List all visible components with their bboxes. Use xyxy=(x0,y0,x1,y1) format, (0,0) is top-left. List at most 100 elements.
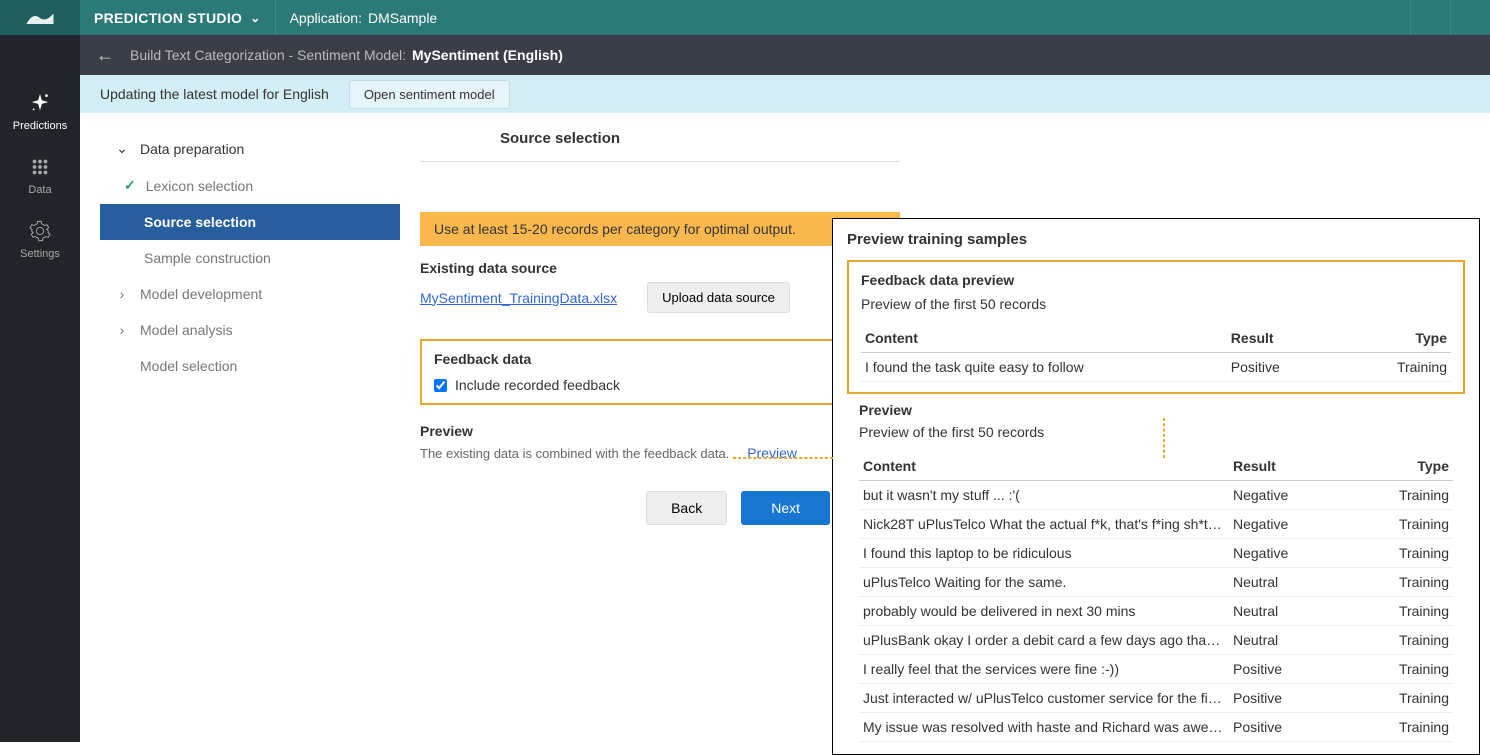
table-row: Nick28T uPlusTelco What the actual f*k, … xyxy=(859,510,1453,539)
col-result: Result xyxy=(1227,324,1357,353)
warning-banner: Use at least 15-20 records per category … xyxy=(420,212,900,246)
back-arrow-button[interactable]: ← xyxy=(80,35,130,75)
breadcrumb: Build Text Categorization - Sentiment Mo… xyxy=(130,47,406,63)
cell-type: Training xyxy=(1359,626,1453,655)
feedback-data-preview-box: Feedback data preview Preview of the fir… xyxy=(847,260,1465,394)
main-panel: Source selection Use at least 15-20 reco… xyxy=(420,130,900,525)
step-group-data-preparation[interactable]: ⌄ Data preparation xyxy=(100,130,400,167)
step-group-model-analysis[interactable]: › Model analysis xyxy=(100,312,400,348)
top-bar-right xyxy=(1410,0,1490,35)
top-bar-action-2[interactable] xyxy=(1450,0,1490,35)
existing-data-label: Existing data source xyxy=(420,260,900,276)
step-source-selection[interactable]: Source selection xyxy=(100,204,400,240)
cell-result: Neutral xyxy=(1229,597,1359,626)
preview-panel-title: Preview training samples xyxy=(847,231,1465,248)
cell-result: Negative xyxy=(1229,539,1359,568)
feedback-data-box: Feedback data Include recorded feedback xyxy=(420,339,900,405)
table-row: Just interacted w/ uPlusTelco customer s… xyxy=(859,684,1453,713)
col-type: Type xyxy=(1359,452,1453,481)
data-source-row: MySentiment_TrainingData.xlsx Upload dat… xyxy=(420,282,900,313)
cell-result: Positive xyxy=(1229,655,1359,684)
next-button[interactable]: Next xyxy=(741,491,830,525)
cell-result: Positive xyxy=(1229,684,1359,713)
preview-table: Content Result Type but it wasn't my stu… xyxy=(859,452,1453,742)
cell-type: Training xyxy=(1359,684,1453,713)
cell-content: Just interacted w/ uPlusTelco customer s… xyxy=(859,684,1229,713)
table-row: uPlusTelco Waiting for the same.NeutralT… xyxy=(859,568,1453,597)
cell-content: I found this laptop to be ridiculous xyxy=(859,539,1229,568)
open-sentiment-model-button[interactable]: Open sentiment model xyxy=(349,80,510,109)
top-bar: PREDICTION STUDIO ⌄ Application: DMSampl… xyxy=(0,0,1490,35)
cell-content: I found the task quite easy to follow xyxy=(861,353,1227,382)
step-sample-construction[interactable]: Sample construction xyxy=(100,240,400,276)
chevron-right-icon: › xyxy=(114,286,130,302)
sidebar-label: Predictions xyxy=(13,120,67,132)
data-source-link[interactable]: MySentiment_TrainingData.xlsx xyxy=(420,290,617,306)
nav-buttons: Back Next xyxy=(420,491,900,525)
top-bar-action-1[interactable] xyxy=(1410,0,1450,35)
preview-desc: The existing data is combined with the f… xyxy=(420,446,729,461)
connector-horizontal xyxy=(733,457,833,459)
preview-section: Preview The existing data is combined wi… xyxy=(420,423,900,461)
preview2-desc: Preview of the first 50 records xyxy=(859,424,1453,440)
cell-result: Negative xyxy=(1229,510,1359,539)
preview2-title: Preview xyxy=(859,402,1453,418)
feedback-preview-desc: Preview of the first 50 records xyxy=(861,296,1451,312)
cell-content: My issue was resolved with haste and Ric… xyxy=(859,713,1229,742)
app-name-section: Application: DMSample xyxy=(276,10,452,26)
grid-icon xyxy=(29,156,51,178)
col-type: Type xyxy=(1357,324,1451,353)
feedback-preview-title: Feedback data preview xyxy=(861,272,1451,288)
chevron-right-icon: › xyxy=(114,322,130,338)
table-row: I really feel that the services were fin… xyxy=(859,655,1453,684)
step-group-model-selection[interactable]: › Model selection xyxy=(100,348,400,384)
app-label: Application: xyxy=(290,10,362,26)
studio-title: PREDICTION STUDIO xyxy=(94,10,242,26)
cell-content: Nick28T uPlusTelco What the actual f*k, … xyxy=(859,510,1229,539)
model-name: MySentiment (English) xyxy=(412,47,563,63)
logo[interactable] xyxy=(0,0,80,35)
gear-icon xyxy=(29,220,51,242)
arrow-left-icon: ← xyxy=(96,45,114,66)
table-row: I found the task quite easy to followPos… xyxy=(861,353,1451,382)
step-lexicon-selection[interactable]: ✓ Lexicon selection xyxy=(100,167,400,204)
cell-type: Training xyxy=(1359,568,1453,597)
table-row: probably would be delivered in next 30 m… xyxy=(859,597,1453,626)
steps-nav: ⌄ Data preparation ✓ Lexicon selection S… xyxy=(100,130,400,384)
table-row: My issue was resolved with haste and Ric… xyxy=(859,713,1453,742)
sidebar-item-settings[interactable]: Settings xyxy=(0,208,80,272)
cell-type: Training xyxy=(1359,481,1453,510)
col-content: Content xyxy=(861,324,1227,353)
include-feedback-checkbox[interactable] xyxy=(434,379,447,392)
cell-type: Training xyxy=(1359,655,1453,684)
cell-content: but it wasn't my stuff ... :'( xyxy=(859,481,1229,510)
sidebar-label: Settings xyxy=(20,248,60,260)
col-content: Content xyxy=(859,452,1229,481)
cell-content: uPlusBank okay I order a debit card a fe… xyxy=(859,626,1229,655)
step-group-model-development[interactable]: › Model development xyxy=(100,276,400,312)
cell-type: Training xyxy=(1359,713,1453,742)
feedback-title: Feedback data xyxy=(434,351,886,367)
cell-result: Positive xyxy=(1227,353,1357,382)
sidebar-label: Data xyxy=(28,184,51,196)
back-button[interactable]: Back xyxy=(646,491,727,525)
table-row: uPlusBank okay I order a debit card a fe… xyxy=(859,626,1453,655)
cell-content: I really feel that the services were fin… xyxy=(859,655,1229,684)
upload-data-source-button[interactable]: Upload data source xyxy=(647,282,790,313)
cell-result: Negative xyxy=(1229,481,1359,510)
cell-type: Training xyxy=(1359,539,1453,568)
connector-vertical xyxy=(1163,418,1165,458)
sidebar-item-data[interactable]: Data xyxy=(0,144,80,208)
check-icon: ✓ xyxy=(124,177,136,194)
sparkle-icon xyxy=(29,92,51,114)
include-feedback-checkbox-label[interactable]: Include recorded feedback xyxy=(434,377,886,393)
chevron-down-icon: ⌄ xyxy=(250,11,260,25)
cell-result: Neutral xyxy=(1229,568,1359,597)
info-banner: Updating the latest model for English Op… xyxy=(80,75,1490,113)
studio-dropdown[interactable]: PREDICTION STUDIO ⌄ xyxy=(80,0,276,35)
chevron-down-icon: ⌄ xyxy=(114,140,130,157)
sidebar-item-predictions[interactable]: Predictions xyxy=(0,80,80,144)
sub-header: ← Build Text Categorization - Sentiment … xyxy=(0,35,1490,75)
table-row: I found this laptop to be ridiculousNega… xyxy=(859,539,1453,568)
cell-content: uPlusTelco Waiting for the same. xyxy=(859,568,1229,597)
